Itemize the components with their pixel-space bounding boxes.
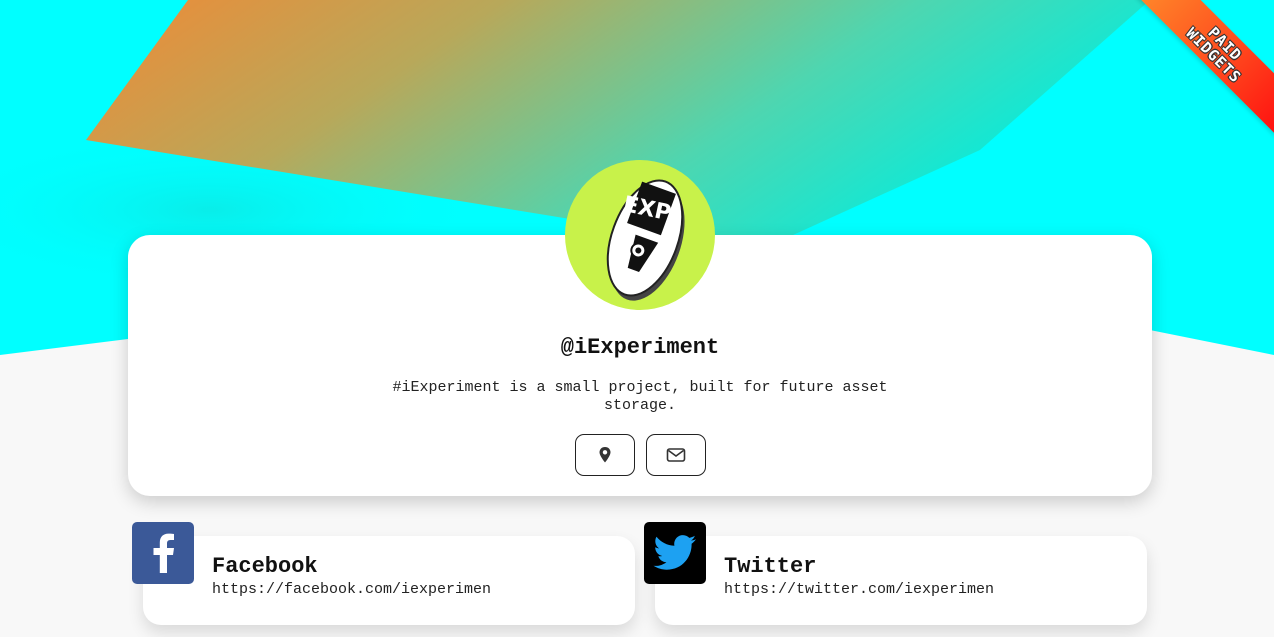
paid-widgets-ribbon[interactable]: PAID WIDGETS — [1134, 0, 1274, 140]
profile-actions — [128, 434, 1152, 476]
link-title: Facebook — [212, 554, 318, 579]
link-url: https://twitter.com/iexperimen — [724, 581, 995, 598]
facebook-icon — [153, 533, 174, 573]
profile-avatar[interactable]: EXP — [565, 160, 715, 310]
facebook-icon-tile — [132, 522, 194, 584]
location-button[interactable] — [574, 434, 635, 476]
profile-username: @iExperiment — [560, 335, 720, 360]
iexp-logo-icon: EXP — [606, 179, 685, 301]
envelope-icon — [666, 448, 685, 462]
link-card-twitter[interactable]: Twitter https://twitter.com/iexperimen — [644, 522, 1147, 625]
twitter-icon-tile — [644, 522, 706, 584]
link-title: Twitter — [724, 554, 817, 579]
email-button[interactable] — [645, 434, 706, 476]
twitter-icon — [653, 535, 696, 570]
ribbon-banner: PAID WIDGETS — [1134, 0, 1274, 135]
profile-bio: #iExperiment is a small project, built f… — [392, 379, 888, 414]
link-card-facebook[interactable]: Facebook https://facebook.com/iexperimen — [132, 522, 635, 625]
location-pin-icon — [599, 447, 610, 463]
link-url: https://facebook.com/iexperimen — [212, 581, 492, 598]
